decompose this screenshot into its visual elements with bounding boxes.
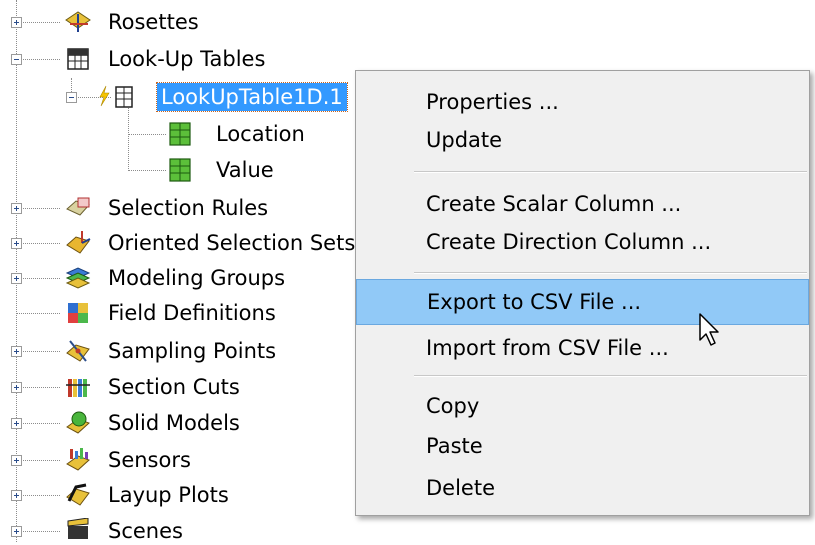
tree-item-modeling-groups[interactable]: Modeling Groups <box>108 264 285 292</box>
tree-item-sampling-points[interactable]: Sampling Points <box>108 337 276 365</box>
expand-toggle-oriented-selection-sets[interactable] <box>11 238 22 249</box>
tree-item-section-cuts[interactable]: Section Cuts <box>108 373 240 401</box>
tree-connector <box>16 208 60 209</box>
expand-toggle-modeling-groups[interactable] <box>11 273 22 284</box>
tree-connector <box>16 313 60 314</box>
tree-connector <box>16 387 60 388</box>
tree-connector <box>16 243 60 244</box>
menu-item-export-to-csv-file[interactable]: Export to CSV File ... <box>356 279 809 325</box>
tree-item-rosettes[interactable]: Rosettes <box>108 8 199 36</box>
menu-item-label: Update <box>426 128 503 152</box>
expand-toggle-sensors[interactable] <box>11 455 22 466</box>
mouse-cursor-icon <box>699 313 719 346</box>
scenes-icon <box>67 518 89 539</box>
tree-item-solid-models[interactable]: Solid Models <box>108 409 240 437</box>
column-icon <box>169 158 191 182</box>
menu-item-delete[interactable]: Delete <box>356 465 809 511</box>
field-definitions-icon <box>68 303 88 323</box>
tree-connector <box>16 22 60 23</box>
collapse-toggle-lookuptable1d[interactable] <box>66 92 77 103</box>
tree-connector <box>16 278 60 279</box>
table-icon <box>115 86 133 108</box>
tree-item-lookuptable1d-selected[interactable]: LookUpTable1D.1 <box>156 82 348 112</box>
menu-item-update[interactable]: Update <box>356 117 809 163</box>
tree-item-scenes[interactable]: Scenes <box>108 517 183 545</box>
menu-item-paste[interactable]: Paste <box>356 423 809 469</box>
tree-item-sensors[interactable]: Sensors <box>108 446 191 474</box>
tree-connector <box>16 460 60 461</box>
expand-toggle-layup-plots[interactable] <box>11 490 22 501</box>
expand-toggle-sampling-points[interactable] <box>11 346 22 357</box>
collapse-toggle-look-up-tables[interactable] <box>11 54 22 65</box>
modeling-groups-icon <box>65 267 91 289</box>
expand-toggle-section-cuts[interactable] <box>11 382 22 393</box>
layup-plots-icon <box>66 483 90 506</box>
oriented-selection-sets-icon <box>66 231 91 254</box>
tree-item-value[interactable]: Value <box>216 156 274 184</box>
tree-item-look-up-tables[interactable]: Look-Up Tables <box>108 45 265 73</box>
sensors-icon <box>66 448 90 471</box>
tree-connector <box>16 423 60 424</box>
expand-toggle-rosettes[interactable] <box>11 17 22 28</box>
expand-toggle-scenes[interactable] <box>11 526 22 537</box>
expand-toggle-selection-rules[interactable] <box>11 203 22 214</box>
menu-separator <box>414 375 807 377</box>
column-icon <box>169 122 191 146</box>
tree-item-field-definitions[interactable]: Field Definitions <box>108 299 276 327</box>
tree-item-selection-rules[interactable]: Selection Rules <box>108 194 268 222</box>
menu-item-import-from-csv-file[interactable]: Import from CSV File ... <box>356 325 809 371</box>
tree-connector <box>128 170 166 171</box>
menu-item-label: Import from CSV File ... <box>426 336 669 360</box>
tree-item-location[interactable]: Location <box>216 120 305 148</box>
menu-separator <box>414 171 807 173</box>
menu-separator <box>414 272 807 274</box>
menu-item-create-direction-column[interactable]: Create Direction Column ... <box>356 219 809 265</box>
rosette-icon <box>65 11 91 32</box>
menu-item-label: Paste <box>426 434 483 458</box>
tree-item-layup-plots[interactable]: Layup Plots <box>108 481 229 509</box>
tree-connector <box>128 134 166 135</box>
tree-connector <box>16 351 60 352</box>
tree-connector <box>16 495 60 496</box>
menu-item-label: Create Direction Column ... <box>426 230 712 254</box>
sampling-points-icon <box>66 340 90 362</box>
selection-rules-icon <box>66 197 90 216</box>
tree-item-oriented-selection-sets[interactable]: Oriented Selection Sets <box>108 229 355 257</box>
expand-toggle-solid-models[interactable] <box>11 418 22 429</box>
tree-connector <box>16 59 60 60</box>
lookup-table-icon <box>67 48 89 70</box>
section-cuts-icon <box>66 379 90 397</box>
lightning-icon <box>99 85 110 107</box>
tree-connector <box>128 106 129 171</box>
tree-connector <box>16 531 60 532</box>
menu-item-label: Export to CSV File ... <box>427 290 642 314</box>
solid-models-icon <box>66 411 90 434</box>
menu-item-label: Delete <box>426 476 495 500</box>
context-menu: Properties ... Update Create Scalar Colu… <box>355 70 810 516</box>
